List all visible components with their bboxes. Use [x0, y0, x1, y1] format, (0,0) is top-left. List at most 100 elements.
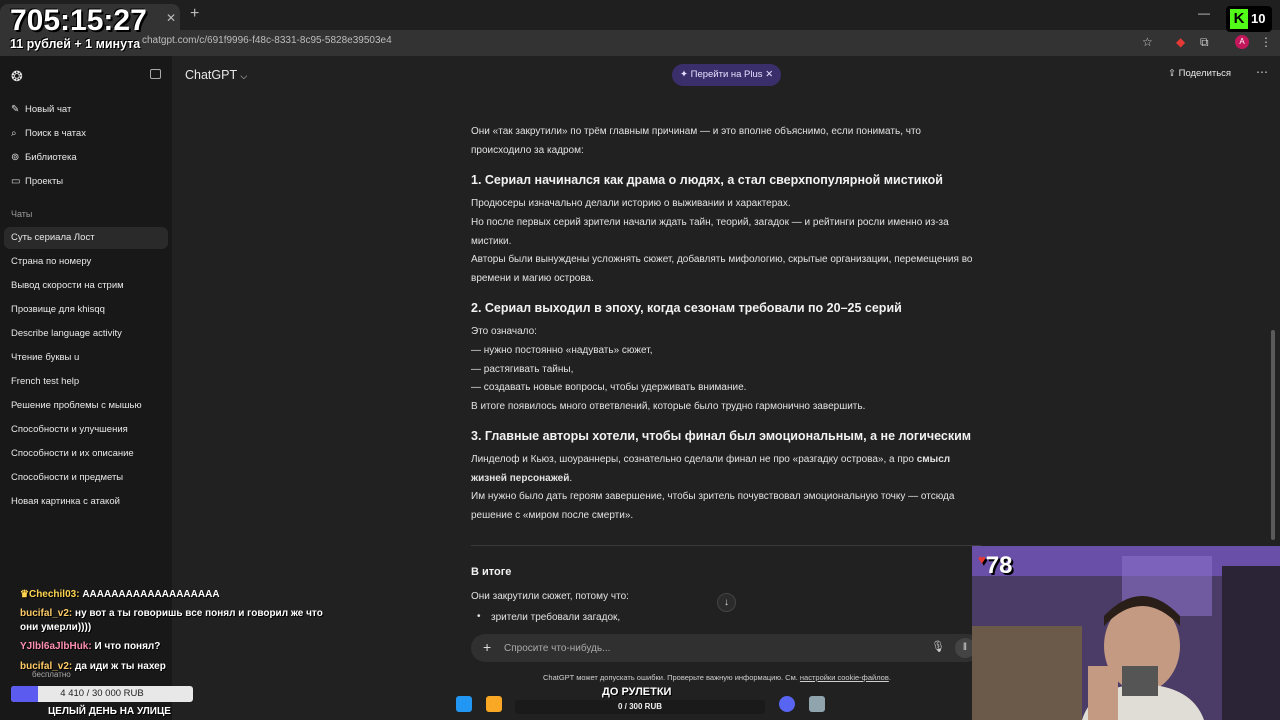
more-options-icon[interactable]: ⋯: [1256, 65, 1268, 79]
chat-item[interactable]: Способности и предметы: [4, 467, 168, 489]
paragraph: — нужно постоянно «надувать» сюжет,: [471, 345, 653, 356]
library-icon: ⊚: [11, 152, 20, 163]
paragraph: Они «так закрутили» по трём главным прич…: [471, 126, 921, 156]
url-field[interactable]: chatgpt.com/c/691f9996-f48c-8331-8c95-58…: [142, 35, 392, 46]
chat-item[interactable]: Способности и их описание: [4, 443, 168, 465]
donation-goal-bar: 4 410 / 30 000 RUB: [11, 686, 193, 702]
prompt-input[interactable]: [504, 639, 904, 657]
close-icon[interactable]: ✕: [765, 69, 773, 80]
sidebar-item-label: Библиотека: [25, 152, 77, 163]
section-heading: 1. Сериал начинался как драма о людях, а…: [471, 173, 943, 187]
sidebar-item-new-chat[interactable]: ✎ Новый чат: [4, 99, 168, 121]
browser-tab-bar: ✕ + —: [0, 0, 1280, 30]
windows-start-icon[interactable]: [456, 696, 472, 712]
paragraph: В итоге появилось много ответвлений, кот…: [471, 401, 866, 412]
chats-heading: Чаты: [11, 209, 33, 219]
chat-item[interactable]: French test help: [4, 371, 168, 393]
browser-menu-icon[interactable]: ⋮: [1260, 35, 1272, 49]
paragraph: Но после первых серий зрители начали жда…: [471, 217, 949, 247]
chat-text: И что понял?: [94, 641, 161, 652]
share-icon: ⇪: [1168, 68, 1176, 79]
free-label: бесплатно: [32, 670, 71, 679]
scroll-down-icon[interactable]: ↓: [717, 593, 736, 612]
chat-item[interactable]: Способности и улучшения: [4, 419, 168, 441]
roulette-goal-text: 0 / 300 RUB: [617, 702, 663, 711]
paragraph: Продюсеры изначально делали историю о вы…: [471, 198, 791, 209]
paragraph: — растягивать тайны,: [471, 364, 574, 375]
sidebar-item-label: Поиск в чатах: [25, 128, 86, 139]
chat-text: ААААААААААААААААААА: [82, 589, 220, 600]
webcam-feed: [972, 546, 1280, 720]
composer: + 🎙 ‖: [471, 634, 981, 662]
paragraph: Авторы были вынуждены усложнять сюжет, д…: [471, 254, 973, 284]
sidebar-item-projects[interactable]: ▭ Проекты: [4, 171, 168, 193]
chat-item[interactable]: Вывод скорости на стрим: [4, 275, 168, 297]
share-label: Поделиться: [1178, 68, 1232, 79]
chat-item[interactable]: Новая картинка с атакой: [4, 491, 168, 513]
text-span: Линделоф и Кьюз, шоураннеры, сознательно…: [471, 454, 917, 465]
scrollbar[interactable]: [1271, 330, 1275, 540]
roulette-goal-bar: 0 / 300 RUB: [515, 700, 765, 714]
summary-heading: В итоге: [471, 566, 512, 578]
disclaimer: ChatGPT может допускать ошибки. Проверьт…: [543, 673, 891, 682]
sparkle-icon: ✦: [680, 69, 688, 80]
chat-item[interactable]: Describe language activity: [4, 323, 168, 345]
timer-rate: 11 рублей + 1 минута: [10, 37, 141, 51]
chat-item[interactable]: Чтение буквы u: [4, 347, 168, 369]
close-tab-icon[interactable]: ✕: [166, 11, 176, 25]
text-span: .: [569, 472, 573, 484]
roulette-title: ДО РУЛЕТКИ: [602, 686, 672, 698]
share-button[interactable]: ⇪ Поделиться: [1168, 68, 1231, 79]
chat-username: Chechil03:: [28, 589, 80, 600]
paragraph: — создавать новые вопросы, чтобы удержив…: [471, 382, 747, 393]
paragraph: Это означало:: [471, 326, 537, 337]
new-tab-icon[interactable]: +: [190, 5, 199, 23]
chat-item[interactable]: Страна по номеру: [4, 251, 168, 273]
profile-avatar[interactable]: A: [1235, 35, 1249, 49]
paragraph: Линделоф и Кьюз, шоураннеры, сознательно…: [471, 451, 981, 488]
extension-icon[interactable]: ◆: [1176, 35, 1185, 49]
chat-item[interactable]: Прозвище для khisqq: [4, 299, 168, 321]
minimize-icon[interactable]: —: [1198, 6, 1210, 20]
extensions-puzzle-icon[interactable]: ⧉: [1200, 35, 1209, 50]
attach-plus-icon[interactable]: +: [483, 639, 491, 655]
openai-logo-icon[interactable]: ❂: [11, 68, 23, 85]
sidebar-item-search[interactable]: ⌕ Поиск в чатах: [4, 123, 168, 145]
chat-message: bucifal_v2: ну вот а ты говоришь все пон…: [20, 607, 340, 635]
edit-icon: ✎: [11, 104, 20, 115]
kick-logo-icon: K: [1230, 9, 1248, 29]
disclaimer-end: .: [888, 673, 891, 682]
webcam-image: [972, 546, 1280, 720]
upgrade-plus-button[interactable]: ✦ Перейти на Plus ✕: [672, 64, 781, 86]
disclaimer-text: ChatGPT может допускать ошибки. Проверьт…: [543, 673, 800, 682]
chat-item[interactable]: Решение проблемы с мышью: [4, 395, 168, 417]
chat-message: ♛Chechil03: ААААААААААААААААААА: [20, 588, 340, 602]
viewer-counter: ♥78: [978, 552, 1012, 580]
model-name: ChatGPT: [185, 68, 237, 82]
sidebar-toggle-icon[interactable]: [150, 69, 161, 79]
section-heading: 3. Главные авторы хотели, чтобы финал бы…: [471, 429, 971, 443]
donation-goal-text: 4 410 / 30 000 RUB: [60, 688, 144, 699]
sidebar-item-library[interactable]: ⊚ Библиотека: [4, 147, 168, 169]
chat-text: да иди ж ты нахер: [75, 661, 166, 672]
chevron-down-icon: ⌵: [240, 71, 248, 81]
chat-message: YJlbl6aJlbHuk: И что понял?: [20, 640, 340, 654]
viewer-count: 78: [985, 552, 1013, 579]
address-bar: chatgpt.com/c/691f9996-f48c-8331-8c95-58…: [0, 30, 1280, 56]
cookie-settings-link[interactable]: настройки cookie-файлов: [800, 673, 889, 682]
search-icon: ⌕: [11, 128, 17, 139]
sidebar-item-label: Новый чат: [25, 104, 72, 115]
file-explorer-icon[interactable]: [486, 696, 502, 712]
heart-icon: ♥: [978, 552, 986, 567]
section-heading: 2. Сериал выходил в эпоху, когда сезонам…: [471, 301, 902, 315]
upgrade-plus-label: Перейти на Plus: [690, 69, 763, 80]
chat-item[interactable]: Суть сериала Лост: [4, 227, 168, 249]
chat-username: YJlbl6aJlbHuk:: [20, 641, 92, 652]
discord-icon[interactable]: [779, 696, 795, 712]
paragraph: Им нужно было дать героям завершение, чт…: [471, 491, 955, 521]
divider: [471, 545, 981, 546]
calculator-icon[interactable]: [809, 696, 825, 712]
microphone-icon[interactable]: 🎙: [931, 640, 945, 653]
model-selector[interactable]: ChatGPT ⌵: [185, 68, 247, 82]
bookmark-star-icon[interactable]: ☆: [1142, 35, 1153, 49]
